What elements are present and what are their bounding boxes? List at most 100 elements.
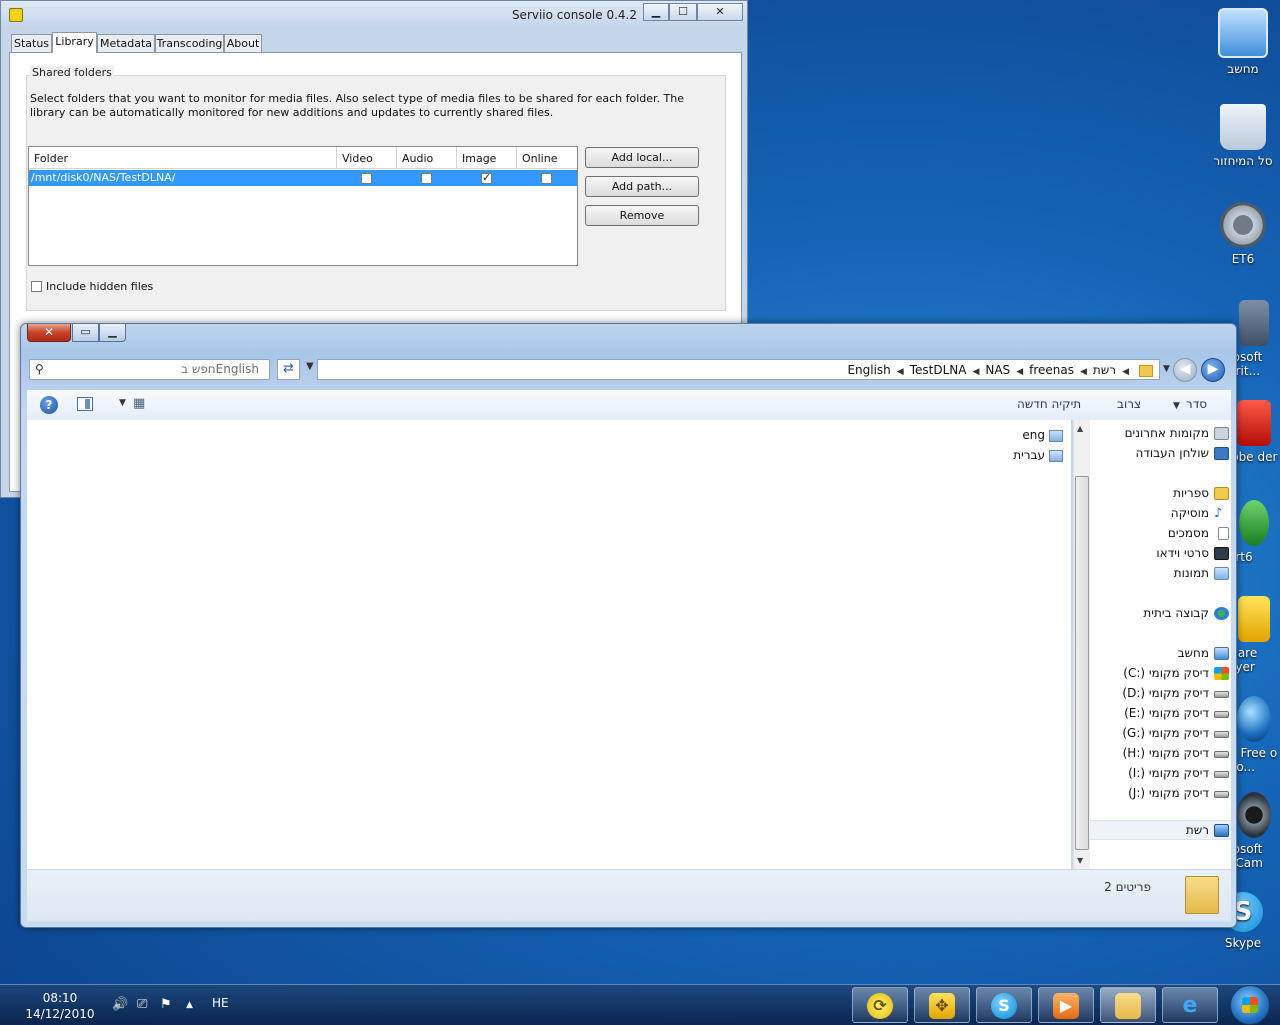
add-local-button[interactable]: Add local... bbox=[585, 147, 699, 168]
nav-item-drive-c[interactable]: (C:) דיסק מקומי bbox=[1123, 666, 1229, 680]
column-header-image[interactable]: Image bbox=[457, 147, 517, 169]
show-hidden-icons-icon[interactable]: ▲ bbox=[186, 1000, 193, 1010]
hard-drive-icon bbox=[1214, 791, 1229, 798]
back-button[interactable]: ▶ bbox=[1201, 358, 1225, 382]
help-icon[interactable]: ? bbox=[40, 396, 58, 414]
recent-pages-dropdown[interactable]: ▼ bbox=[1163, 364, 1170, 374]
nav-item-homegroup[interactable]: קבוצה ביתית bbox=[1143, 606, 1229, 620]
column-header-online-md[interactable]: Online MD bbox=[517, 147, 577, 189]
tab-about[interactable]: About bbox=[224, 34, 262, 52]
clock[interactable]: 08:10 14/12/2010 bbox=[20, 990, 100, 1022]
tab-library[interactable]: Library bbox=[52, 32, 97, 53]
chevron-left-icon[interactable]: ◀ bbox=[897, 367, 904, 377]
forward-button[interactable]: ◀ bbox=[1173, 358, 1197, 382]
burn-button[interactable]: צרוב bbox=[1117, 397, 1141, 411]
tab-metadata[interactable]: Metadata bbox=[97, 34, 155, 52]
remove-button[interactable]: Remove bbox=[585, 205, 699, 226]
nav-label: רשת bbox=[1185, 823, 1209, 837]
nav-scrollbar[interactable]: ▲ ▼ bbox=[1073, 420, 1090, 869]
tab-status[interactable]: Status bbox=[11, 34, 52, 52]
taskbar-explorer[interactable] bbox=[1100, 987, 1156, 1023]
address-history-dropdown[interactable]: ▼ bbox=[306, 361, 314, 372]
nav-item-videos[interactable]: סרטי וידאו bbox=[1156, 546, 1229, 560]
nav-item-recent-places[interactable]: מקומות אחרונים bbox=[1125, 426, 1229, 440]
organize-button[interactable]: ▼ סדר bbox=[1173, 397, 1207, 411]
minimize-button[interactable]: ▁ bbox=[643, 3, 669, 21]
address-bar[interactable]: English ◀ TestDLNA ◀ NAS ◀ freenas ◀ רשת ◀ bbox=[317, 359, 1160, 380]
taskbar-serviio[interactable]: ⟳ bbox=[852, 987, 908, 1023]
nav-item-drive-i[interactable]: (I:) דיסק מקומי bbox=[1128, 766, 1229, 780]
breadcrumb-english[interactable]: English bbox=[847, 363, 890, 377]
close-button[interactable]: ✕ bbox=[27, 324, 71, 342]
minimize-button[interactable]: ▁ bbox=[99, 324, 126, 342]
taskbar-vmware[interactable]: ✥ bbox=[914, 987, 970, 1023]
taskbar-internet-explorer[interactable]: e bbox=[1162, 987, 1218, 1023]
preview-pane-icon[interactable] bbox=[77, 397, 93, 411]
list-item[interactable]: עברית bbox=[1013, 448, 1063, 462]
nav-item-drive-g[interactable]: (G:) דיסק מקומי bbox=[1122, 726, 1229, 740]
nav-item-drive-j[interactable]: (J:) דיסק מקומי bbox=[1128, 786, 1229, 800]
nav-item-drive-d[interactable]: (D:) דיסק מקומי bbox=[1122, 686, 1229, 700]
include-hidden-row[interactable]: Include hidden files bbox=[31, 280, 153, 293]
nav-label: (I:) דיסק מקומי bbox=[1128, 766, 1209, 780]
nav-item-documents[interactable]: מסמכים bbox=[1168, 526, 1229, 540]
flag-icon[interactable]: ⚑ bbox=[160, 997, 172, 1012]
nav-item-drive-h[interactable]: (H:) דיסק מקומי bbox=[1122, 746, 1229, 760]
file-list[interactable]: eng עברית bbox=[27, 420, 1071, 869]
audio-checkbox[interactable] bbox=[421, 173, 432, 184]
table-row[interactable]: /mnt/disk0/NAS/TestDLNA/ bbox=[29, 170, 577, 186]
maximize-button[interactable]: ☐ bbox=[669, 3, 697, 21]
add-path-button[interactable]: Add path... bbox=[585, 176, 699, 197]
chevron-left-icon[interactable]: ◀ bbox=[1016, 367, 1023, 377]
details-pane: 2 פריטים bbox=[27, 869, 1231, 921]
breadcrumb-freenas[interactable]: freenas bbox=[1029, 363, 1074, 377]
nav-item-music[interactable]: מוסיקה ♪ bbox=[1171, 506, 1223, 520]
language-indicator[interactable]: HE bbox=[212, 996, 229, 1010]
list-item[interactable]: eng bbox=[1022, 428, 1063, 442]
maximize-button[interactable]: ▭ bbox=[72, 324, 99, 342]
desktop-icon-computer[interactable]: מחשב bbox=[1203, 8, 1280, 76]
start-button[interactable] bbox=[1230, 985, 1270, 1025]
volume-icon[interactable]: 🔊 bbox=[112, 997, 128, 1012]
taskbar-skype[interactable]: S bbox=[976, 987, 1032, 1023]
online-md-checkbox[interactable] bbox=[541, 173, 552, 184]
view-icon[interactable]: ▦ bbox=[133, 396, 145, 411]
scroll-up-icon[interactable]: ▲ bbox=[1077, 424, 1083, 433]
column-header-video[interactable]: Video bbox=[337, 147, 397, 169]
scrollbar-thumb[interactable] bbox=[1075, 476, 1089, 850]
close-button[interactable]: ✕ bbox=[697, 3, 743, 21]
nav-item-libraries[interactable]: ספריות bbox=[1173, 486, 1229, 500]
include-hidden-checkbox[interactable] bbox=[31, 280, 42, 292]
nav-item-drive-e[interactable]: (E:) דיסק מקומי bbox=[1124, 706, 1229, 720]
nav-item-desktop[interactable]: שולחן העבודה bbox=[1136, 446, 1229, 460]
breadcrumb-network[interactable]: רשת bbox=[1093, 363, 1116, 377]
image-checkbox[interactable] bbox=[481, 171, 492, 184]
video-checkbox[interactable] bbox=[361, 173, 372, 184]
breadcrumb-testdlna[interactable]: TestDLNA bbox=[910, 363, 967, 377]
nav-label: (H:) דיסק מקומי bbox=[1122, 746, 1209, 760]
nav-item-network-row[interactable] bbox=[1090, 820, 1231, 840]
nav-item-network[interactable]: רשת bbox=[1185, 823, 1229, 837]
new-folder-button[interactable]: תיקיה חדשה bbox=[1017, 397, 1081, 411]
chevron-left-icon[interactable]: ◀ bbox=[972, 367, 979, 377]
desktop-icon-recycle-bin[interactable]: סל המיחזור bbox=[1203, 104, 1280, 168]
chevron-left-icon[interactable]: ◀ bbox=[1122, 367, 1129, 377]
vmware-icon: ✥ bbox=[929, 993, 955, 1019]
search-input[interactable]: ⚲ חפש בEnglish bbox=[29, 359, 270, 380]
column-header-folder[interactable]: Folder bbox=[29, 147, 337, 169]
desktop-icon-et6[interactable]: ET6 bbox=[1203, 202, 1280, 266]
taskbar-media-player[interactable]: ▶ bbox=[1038, 987, 1094, 1023]
view-options-dropdown[interactable]: ▼ bbox=[119, 398, 126, 408]
tab-transcoding[interactable]: Transcoding bbox=[155, 34, 224, 52]
column-header-audio[interactable]: Audio bbox=[397, 147, 457, 169]
refresh-button[interactable]: ⇄ bbox=[277, 359, 300, 380]
nav-item-pictures[interactable]: תמונות bbox=[1174, 566, 1229, 580]
chevron-left-icon[interactable]: ◀ bbox=[1080, 367, 1087, 377]
shared-folders-table[interactable]: Folder Video Audio Image Online MD /mnt/… bbox=[28, 146, 578, 266]
network-tray-icon[interactable]: ⎚ bbox=[137, 997, 147, 1012]
scroll-down-icon[interactable]: ▼ bbox=[1077, 856, 1083, 865]
serviio-titlebar[interactable]: Serviio console 0.4.2 ▁ ☐ ✕ bbox=[1, 1, 747, 29]
breadcrumb-nas[interactable]: NAS bbox=[985, 363, 1010, 377]
nav-label: (G:) דיסק מקומי bbox=[1122, 726, 1209, 740]
nav-item-computer[interactable]: מחשב bbox=[1178, 646, 1229, 660]
